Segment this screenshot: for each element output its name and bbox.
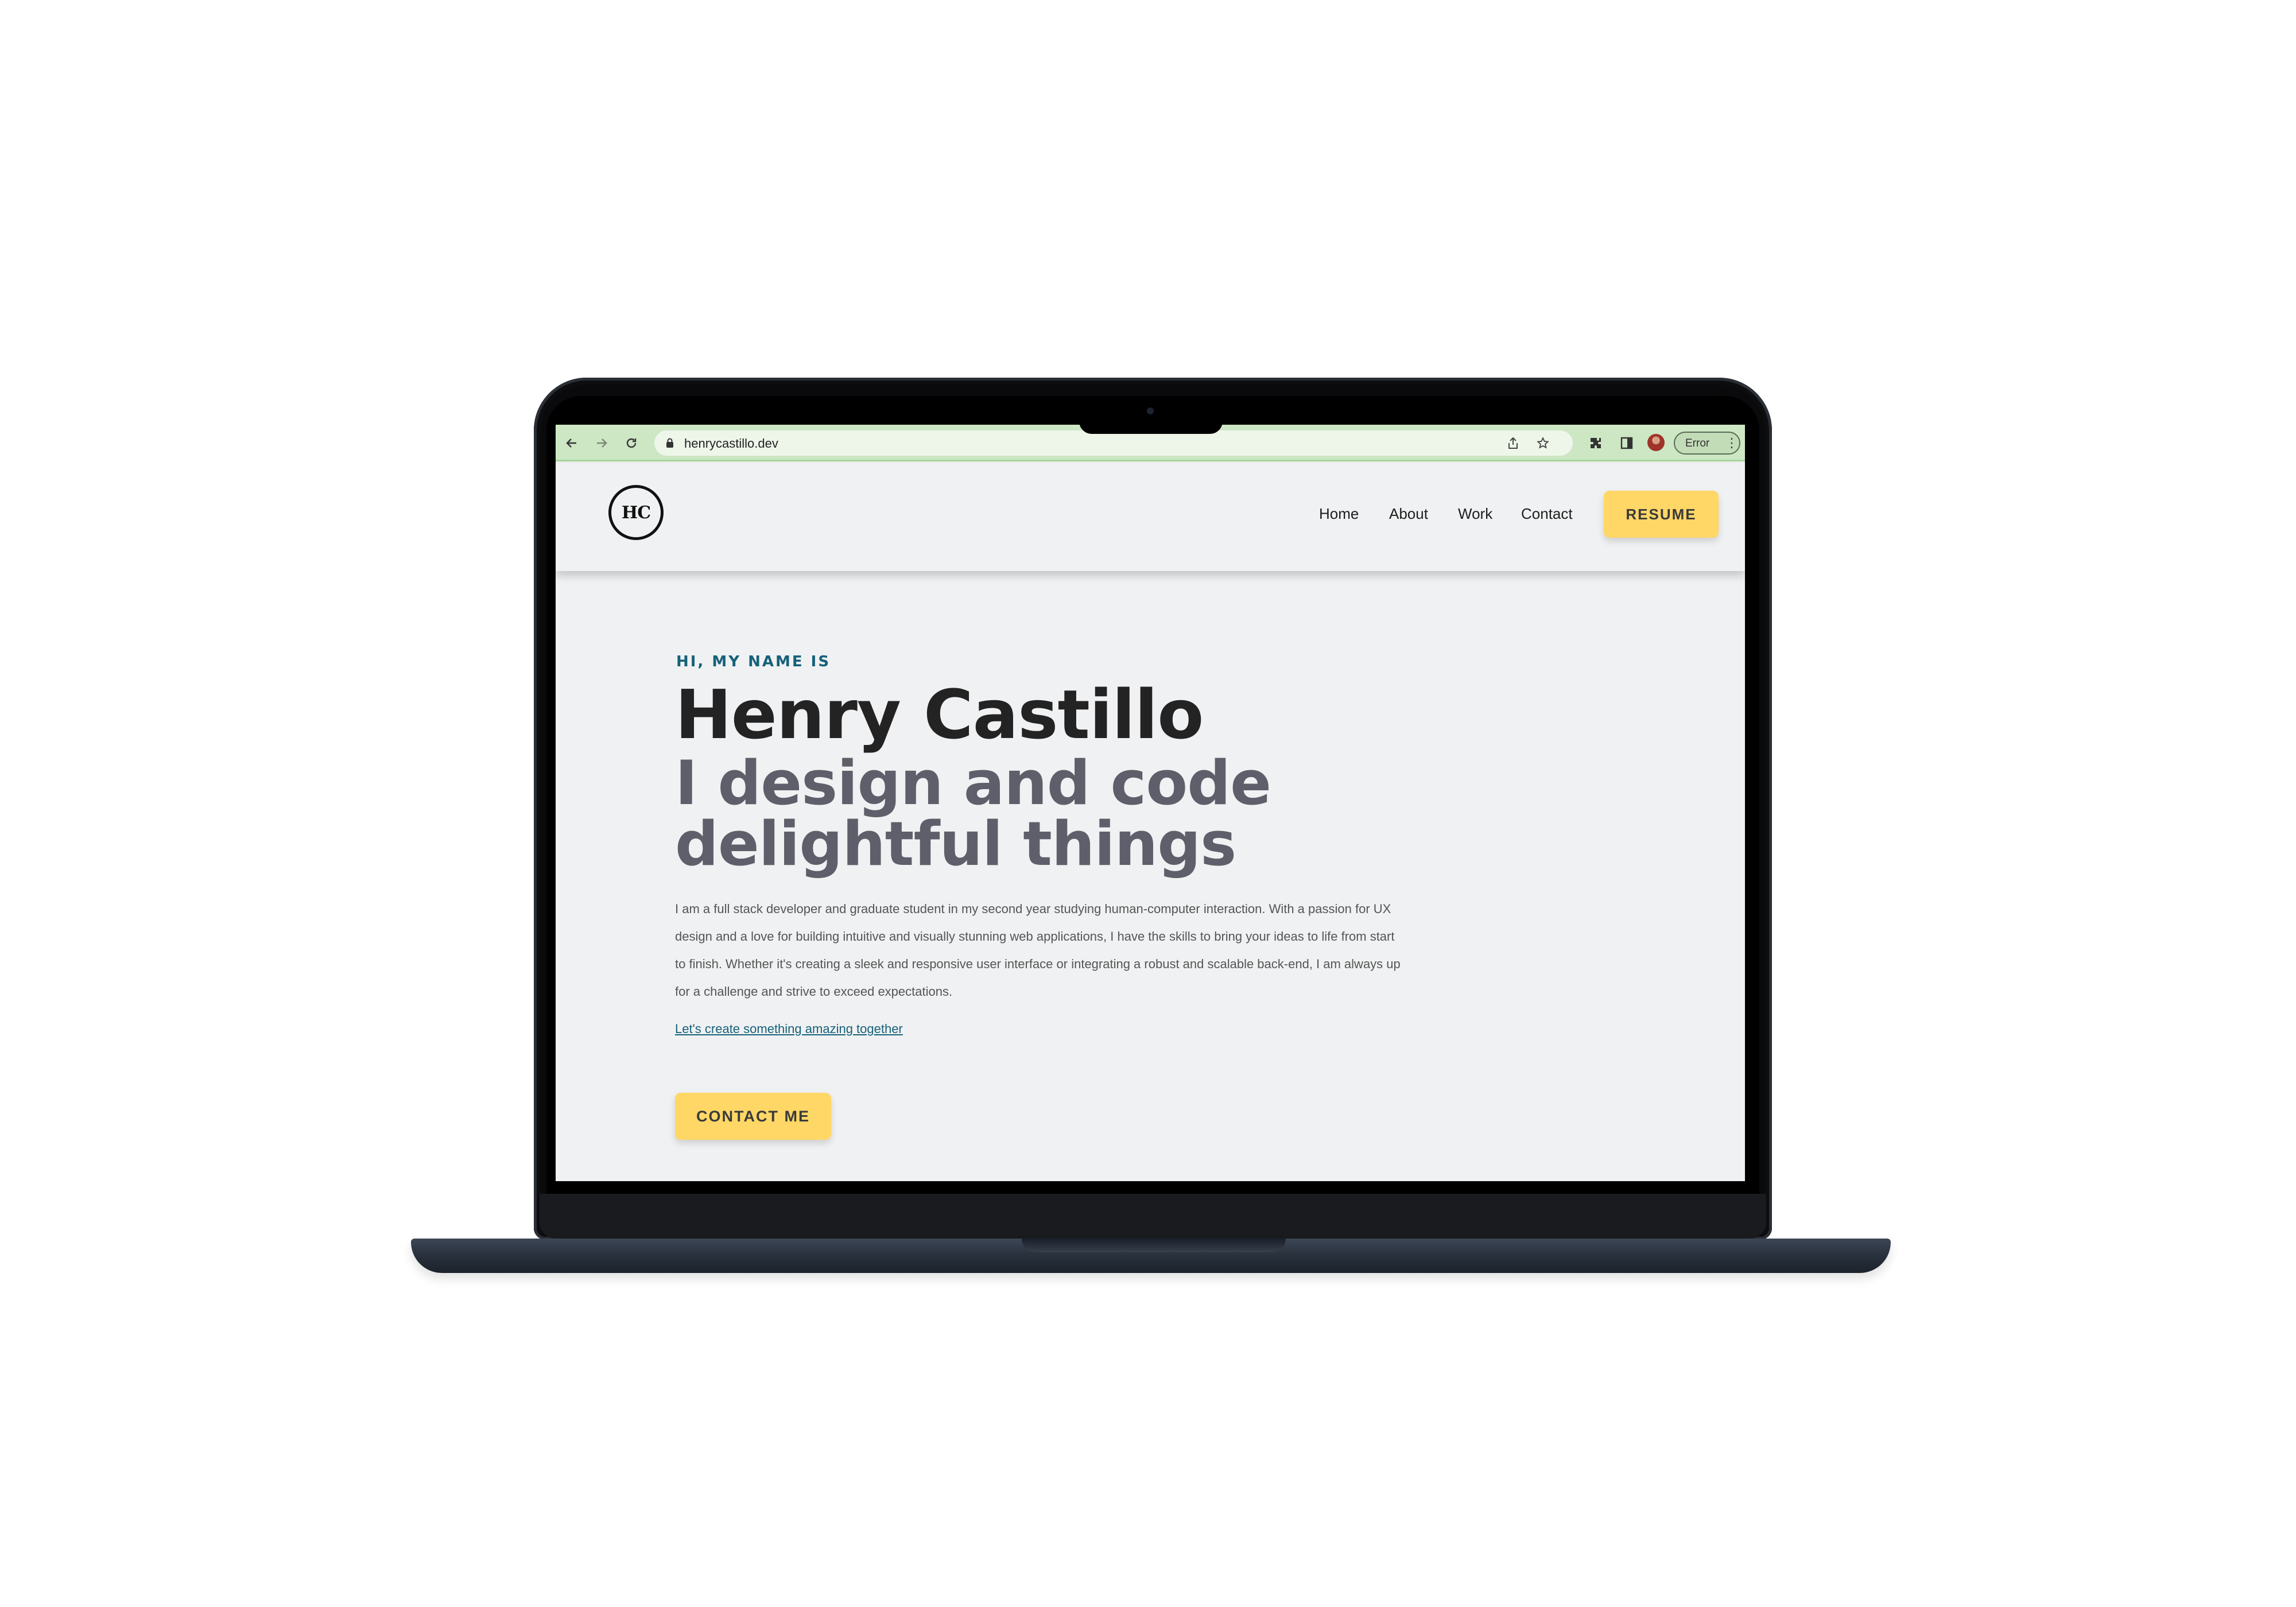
laptop-opening-lip bbox=[1022, 1239, 1286, 1252]
laptop-screen: henrycastillo.dev Error ⋮ HC Home About … bbox=[556, 425, 1745, 1181]
star-icon[interactable] bbox=[1534, 434, 1552, 452]
hero-eyebrow: HI, MY NAME IS bbox=[676, 653, 831, 670]
nav-link-contact[interactable]: Contact bbox=[1521, 504, 1573, 523]
nav-link-work[interactable]: Work bbox=[1458, 504, 1492, 523]
side-panel-icon[interactable] bbox=[1618, 434, 1636, 452]
url-text: henrycastillo.dev bbox=[684, 436, 778, 451]
hero-tagline: I design and code delightful things bbox=[675, 748, 1271, 879]
arrow-left-icon[interactable] bbox=[561, 433, 582, 453]
share-icon[interactable] bbox=[1504, 434, 1522, 452]
profile-error-chip[interactable]: Error ⋮ bbox=[1674, 432, 1740, 455]
arrow-right-icon[interactable] bbox=[591, 433, 612, 453]
reload-icon[interactable] bbox=[621, 433, 642, 453]
lock-icon bbox=[666, 438, 674, 448]
camera-notch bbox=[1079, 402, 1223, 434]
nav-link-about[interactable]: About bbox=[1389, 504, 1428, 523]
site-logo[interactable]: HC bbox=[608, 485, 664, 540]
hero-name: Henry Castillo bbox=[675, 675, 1204, 754]
profile-error-label: Error bbox=[1685, 437, 1710, 449]
resume-button[interactable]: RESUME bbox=[1604, 491, 1719, 538]
profile-avatar[interactable] bbox=[1647, 434, 1665, 451]
site-header: HC Home About Work Contact RESUME bbox=[556, 463, 1745, 571]
kebab-menu-icon[interactable]: ⋮ bbox=[1725, 436, 1738, 450]
hero-intro-paragraph: I am a full stack developer and graduate… bbox=[675, 902, 1401, 999]
hero-cta-link[interactable]: Let's create something amazing together bbox=[675, 1022, 903, 1037]
camera-icon bbox=[1147, 407, 1154, 414]
laptop-chin bbox=[540, 1194, 1766, 1239]
contact-me-button[interactable]: CONTACT ME bbox=[675, 1093, 831, 1140]
puzzle-icon[interactable] bbox=[1587, 434, 1605, 452]
nav-link-home[interactable]: Home bbox=[1319, 504, 1359, 523]
address-bar[interactable]: henrycastillo.dev bbox=[654, 430, 1573, 456]
